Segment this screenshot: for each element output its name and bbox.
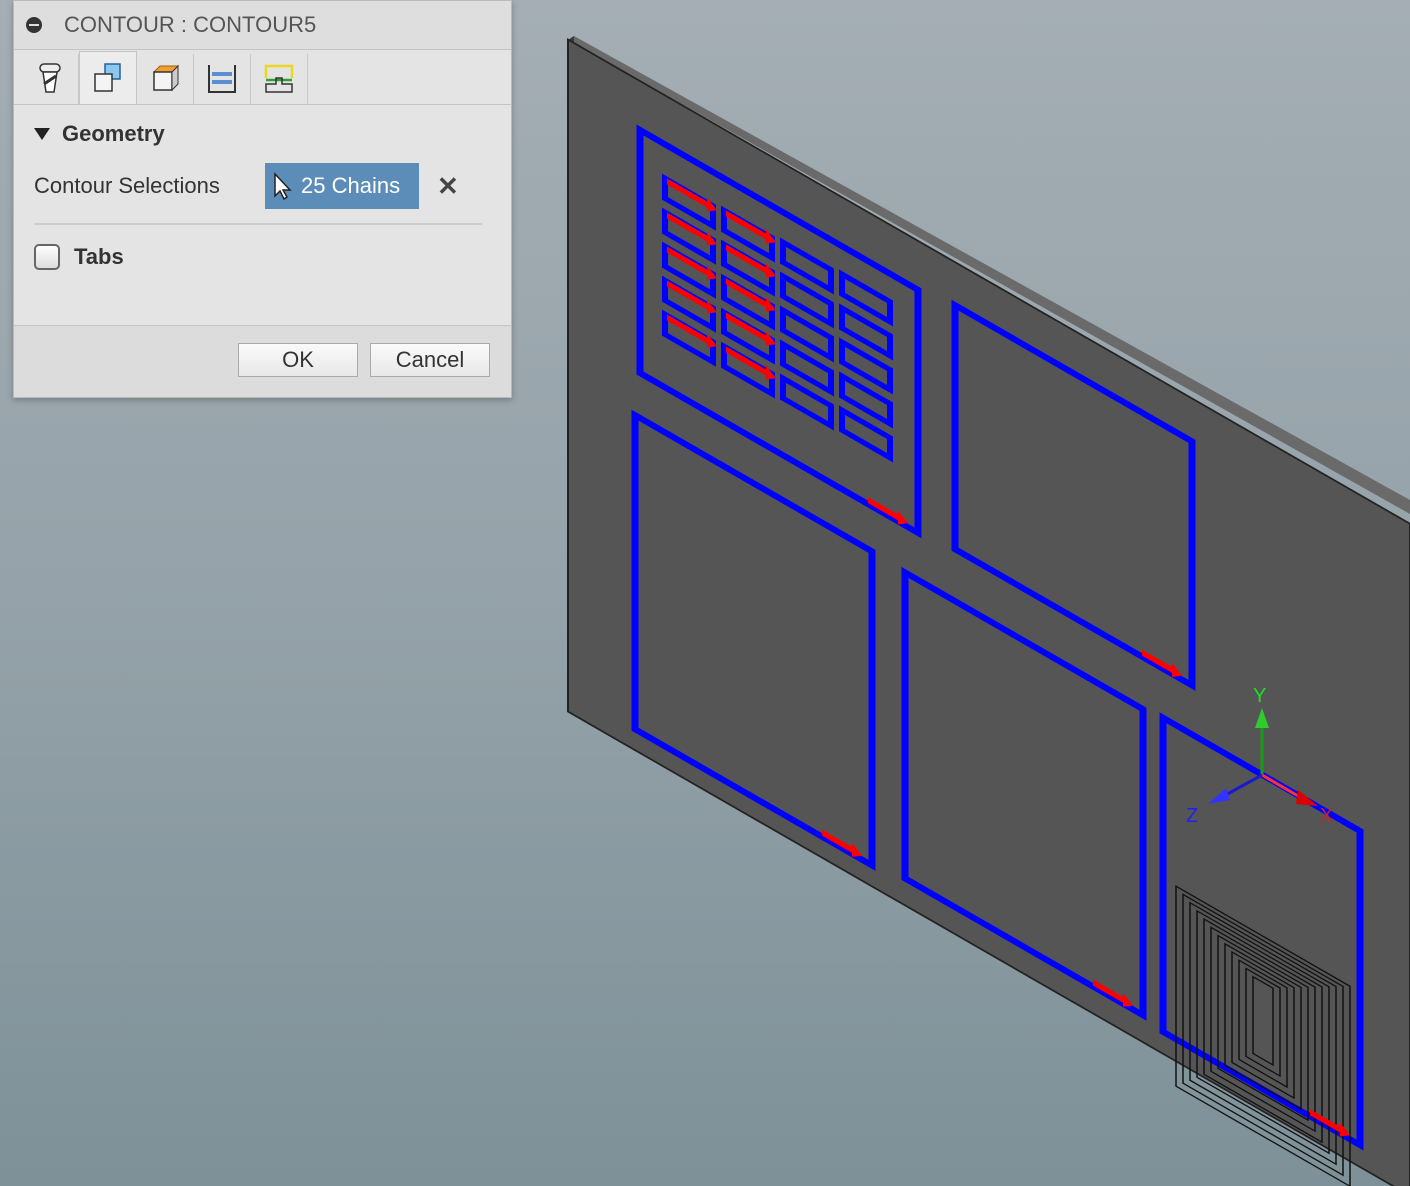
geometry-section-title: Geometry — [62, 121, 165, 146]
axis-label-y: Y — [1253, 685, 1266, 707]
tab-heights[interactable] — [137, 54, 194, 104]
tab-linking[interactable] — [251, 54, 308, 104]
tab-passes[interactable] — [194, 54, 251, 104]
contour-selections-button[interactable]: 25 Chains — [265, 163, 419, 209]
tabs-checkbox[interactable] — [34, 244, 60, 270]
cancel-button[interactable]: Cancel — [370, 343, 490, 377]
heights-icon — [152, 64, 180, 92]
collapse-icon[interactable] — [26, 17, 42, 33]
axis-label-x: X — [1320, 805, 1333, 827]
tabs-label: Tabs — [74, 244, 124, 269]
axis-label-z: Z — [1186, 805, 1198, 827]
collapse-triangle-icon[interactable] — [34, 128, 50, 140]
dialog-footer: OK Cancel — [14, 325, 511, 397]
plate[interactable] — [567, 38, 1410, 1186]
contour-selections-label: Contour Selections — [34, 173, 220, 198]
tab-tool[interactable] — [22, 54, 79, 104]
tool-icon — [39, 63, 61, 93]
dialog-title: CONTOUR : CONTOUR5 — [64, 12, 317, 37]
contour-dialog: CONTOUR : CONTOUR5 Geometry Contour Sele… — [13, 0, 512, 398]
passes-icon — [208, 65, 236, 93]
dialog-titlebar[interactable]: CONTOUR : CONTOUR5 — [14, 1, 511, 50]
clear-selection-button[interactable]: ✕ — [437, 171, 459, 202]
geometry-section-header[interactable]: Geometry — [34, 105, 491, 163]
dialog-tabs — [14, 50, 511, 105]
ok-button[interactable]: OK — [238, 343, 358, 377]
linking-icon — [264, 64, 294, 93]
cursor-arrow-icon — [274, 172, 292, 200]
contour-selections-value: 25 Chains — [301, 173, 401, 198]
geometry-icon — [94, 63, 121, 92]
tab-geometry[interactable] — [79, 51, 137, 104]
